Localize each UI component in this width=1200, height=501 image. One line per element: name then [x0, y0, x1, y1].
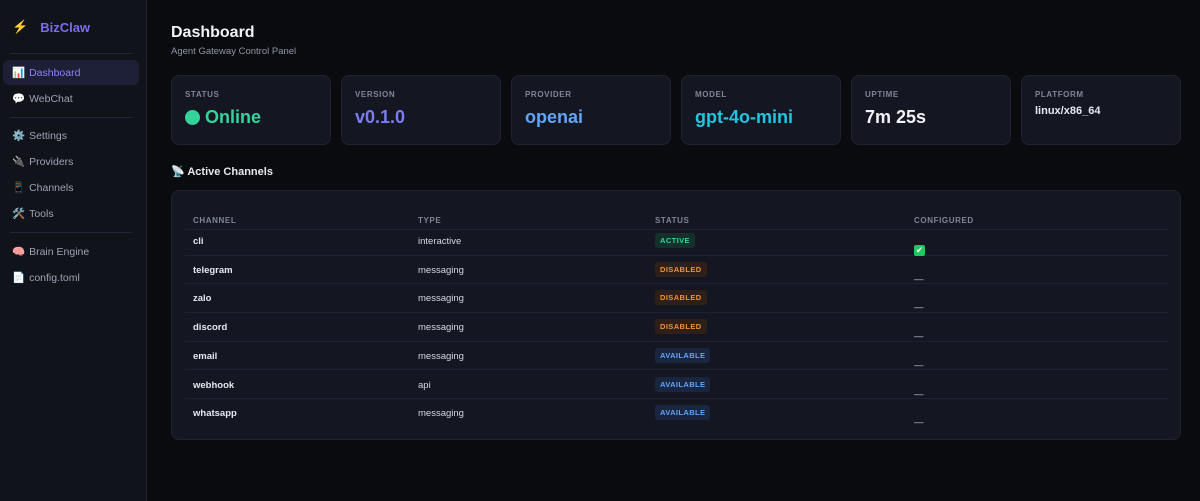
channel-name: discord: [193, 322, 228, 334]
channel-type: messaging: [418, 322, 464, 334]
stat-card-uptime: UPTIME 7m 25s: [851, 75, 1011, 145]
sidebar-item-label: Tools: [29, 207, 54, 220]
channel-type: messaging: [418, 350, 464, 362]
card-label: STATUS: [185, 90, 220, 99]
section-title: 📡 Active Channels: [171, 166, 273, 178]
check-icon: ✔: [914, 245, 925, 256]
not-configured-dash: —: [914, 359, 924, 371]
card-label: PLATFORM: [1035, 90, 1084, 99]
channel-name: webhook: [193, 379, 235, 391]
table-row[interactable]: zalo messaging DISABLED —: [185, 284, 1169, 313]
status-badge: AVAILABLE: [655, 376, 711, 392]
card-label: VERSION: [355, 90, 396, 99]
channel-name: zalo: [193, 293, 212, 305]
sidebar-item-tools[interactable]: 🛠️ Tools: [3, 201, 139, 226]
sidebar-item-label: config.toml: [29, 271, 80, 284]
status-badge: AVAILABLE: [655, 347, 711, 363]
sidebar-item-label: Brain Engine: [29, 245, 90, 258]
not-configured-dash: —: [914, 388, 924, 400]
column-header: CONFIGURED: [914, 216, 974, 225]
sidebar-item-channels[interactable]: 📱 Channels: [3, 175, 139, 200]
table-row[interactable]: webhook api AVAILABLE —: [185, 371, 1169, 400]
sidebar-item-config-toml[interactable]: 📄 config.toml: [3, 265, 139, 290]
stat-card-platform: PLATFORM linux/x86_64: [1021, 75, 1181, 145]
channel-type: messaging: [418, 264, 464, 276]
satellite-icon: 📡: [171, 166, 185, 178]
status-badge: DISABLED: [655, 319, 707, 335]
column-header: CHANNEL: [193, 216, 237, 225]
logo[interactable]: ⚡ BizClaw: [12, 19, 90, 35]
card-value: Online: [185, 107, 317, 128]
sidebar-item-label: Providers: [29, 155, 74, 168]
nav-icon: 📊: [12, 67, 26, 79]
divider: [10, 232, 132, 233]
channel-name: whatsapp: [193, 408, 237, 420]
table-row[interactable]: telegram messaging DISABLED —: [185, 256, 1169, 285]
status-dot-icon: [185, 110, 200, 125]
card-value: openai: [525, 107, 584, 127]
stat-card-provider: PROVIDER openai: [511, 75, 671, 145]
channel-type: interactive: [418, 236, 462, 247]
card-value: linux/x86_64: [1035, 105, 1101, 117]
app-name: BizClaw: [40, 19, 91, 35]
nav-icon: ⚙️: [12, 130, 26, 142]
status-badge: DISABLED: [655, 261, 707, 277]
divider: [10, 117, 132, 118]
stat-card-version: VERSION v0.1.0: [341, 75, 501, 145]
channels-table: CHANNEL TYPE STATUS CONFIGURED cli inter…: [171, 190, 1181, 440]
lightning-icon: ⚡: [12, 19, 29, 34]
sidebar-item-dashboard[interactable]: 📊 Dashboard: [3, 60, 139, 85]
column-header: TYPE: [418, 216, 442, 225]
channel-name: cli: [193, 236, 204, 247]
nav-icon: 🛠️: [12, 208, 26, 220]
table-row[interactable]: whatsapp messaging AVAILABLE —: [185, 399, 1169, 428]
status-badge: DISABLED: [655, 290, 707, 306]
card-value: 7m 25s: [865, 107, 927, 127]
card-label: PROVIDER: [525, 90, 572, 99]
sidebar-item-label: WebChat: [29, 92, 73, 105]
channel-type: messaging: [418, 408, 464, 420]
column-header: STATUS: [655, 216, 690, 225]
stat-card-status: STATUS Online: [171, 75, 331, 145]
card-value: v0.1.0: [355, 107, 406, 127]
table-row[interactable]: email messaging AVAILABLE —: [185, 342, 1169, 371]
not-configured-dash: —: [914, 273, 924, 285]
nav-icon: 📄: [12, 272, 26, 284]
channel-type: messaging: [418, 293, 464, 305]
page-subtitle: Agent Gateway Control Panel: [171, 46, 297, 57]
sidebar-item-label: Channels: [29, 181, 74, 194]
sidebar-item-providers[interactable]: 🔌 Providers: [3, 149, 139, 174]
not-configured-dash: —: [914, 417, 924, 429]
nav-icon: 🔌: [12, 156, 26, 168]
sidebar: ⚡ BizClaw 📊 Dashboard 💬 WebChat ⚙️ Settings 🔌 P…: [0, 0, 147, 501]
card-label: UPTIME: [865, 90, 899, 99]
channel-type: api: [418, 379, 431, 391]
status-badge: ACTIVE: [655, 233, 695, 248]
channel-name: email: [193, 350, 218, 362]
sidebar-item-label: Settings: [29, 129, 68, 142]
status-badge: AVAILABLE: [655, 405, 711, 421]
page-title: Dashboard: [171, 24, 255, 41]
card-label: MODEL: [695, 90, 727, 99]
table-row[interactable]: discord messaging DISABLED —: [185, 313, 1169, 342]
not-configured-dash: —: [914, 302, 924, 314]
stat-card-model: MODEL gpt-4o-mini: [681, 75, 841, 145]
sidebar-item-settings[interactable]: ⚙️ Settings: [3, 123, 139, 148]
nav-icon: 📱: [12, 182, 26, 194]
not-configured-dash: —: [914, 331, 924, 343]
sidebar-item-brain-engine[interactable]: 🧠 Brain Engine: [3, 239, 139, 264]
card-value: gpt-4o-mini: [695, 107, 793, 127]
sidebar-item-webchat[interactable]: 💬 WebChat: [3, 86, 139, 111]
nav-icon: 💬: [12, 93, 26, 105]
nav-icon: 🧠: [12, 246, 26, 258]
channel-name: telegram: [193, 264, 233, 276]
table-row[interactable]: cli interactive ACTIVE ✔: [185, 227, 1169, 256]
sidebar-item-label: Dashboard: [29, 66, 81, 79]
table-header: CHANNEL TYPE STATUS CONFIGURED: [185, 201, 1169, 230]
divider: [10, 53, 132, 54]
